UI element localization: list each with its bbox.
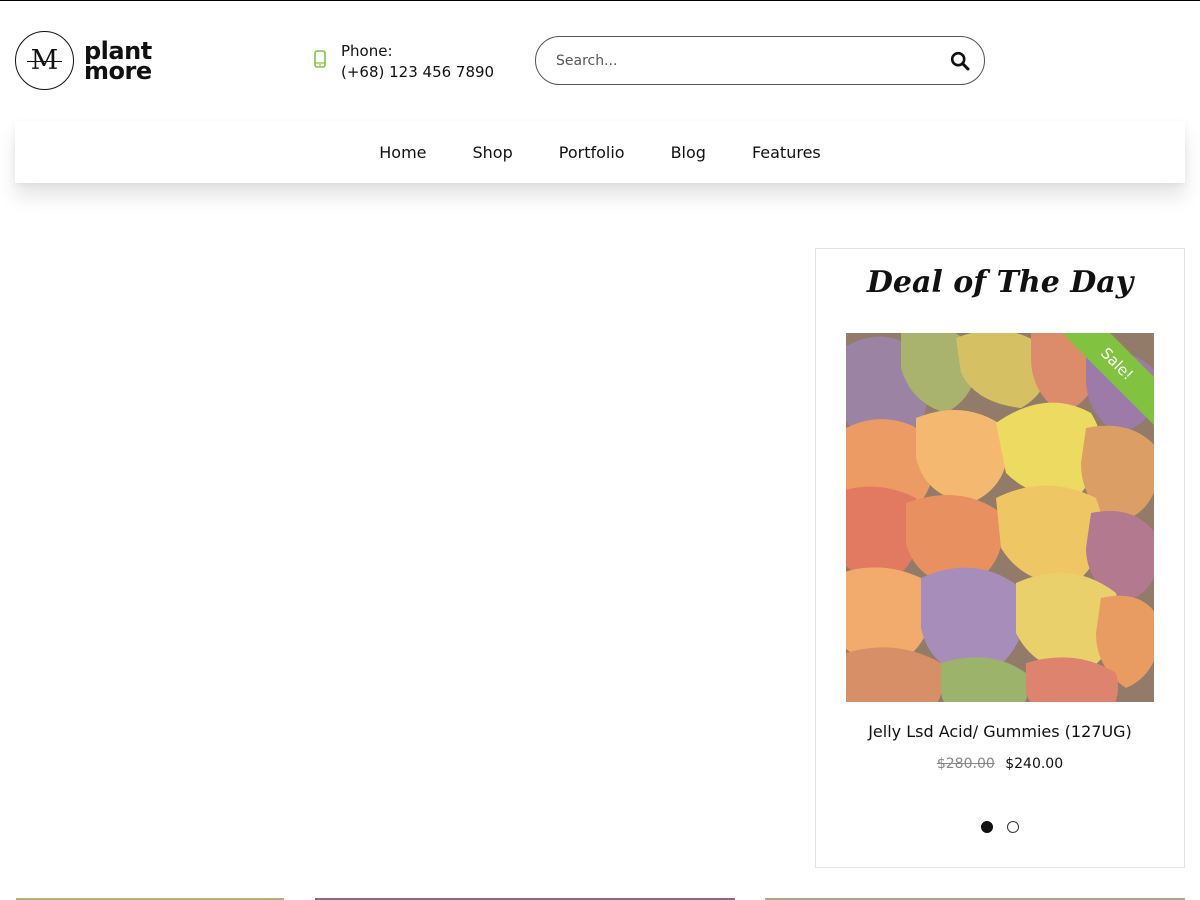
search-input[interactable]: [556, 52, 948, 69]
mobile-phone-icon: [314, 50, 326, 68]
carousel-dot-1[interactable]: [981, 821, 993, 833]
nav-item-home[interactable]: Home: [379, 143, 426, 162]
logo-letter: M: [26, 45, 62, 76]
logo-emblem: M: [15, 31, 74, 90]
search-icon[interactable]: [948, 49, 972, 73]
deal-title: Deal of The Day: [866, 265, 1134, 300]
phone-label: Phone:: [341, 42, 393, 60]
carousel-pagination: [816, 821, 1184, 833]
logo-word-2: more: [84, 56, 152, 85]
nav-item-features[interactable]: Features: [752, 143, 821, 162]
site-logo[interactable]: M plant more: [15, 31, 152, 90]
product-price: $280.00 $240.00: [816, 756, 1184, 772]
search-bar: [535, 36, 985, 85]
product-image[interactable]: Sale!: [846, 333, 1154, 702]
sale-price: $240.00: [1005, 756, 1064, 772]
contact-phone: Phone: (+68) 123 456 7890: [314, 41, 494, 83]
nav-item-portfolio[interactable]: Portfolio: [559, 143, 625, 162]
product-title[interactable]: Jelly Lsd Acid/ Gummies (127UG): [816, 722, 1184, 741]
phone-number[interactable]: (+68) 123 456 7890: [341, 62, 494, 83]
main-navigation: Home Shop Portfolio Blog Features: [15, 121, 1185, 183]
nav-item-blog[interactable]: Blog: [671, 143, 706, 162]
top-border: [0, 0, 1200, 1]
original-price: $280.00: [936, 756, 995, 772]
logo-wordmark: plant more: [84, 39, 152, 85]
deal-of-the-day-widget: Deal of The Day Sale! Jelly Lsd Acid/ Gu…: [815, 248, 1185, 868]
gummies-photo: [846, 333, 1154, 702]
nav-item-shop[interactable]: Shop: [473, 143, 513, 162]
carousel-dot-2[interactable]: [1007, 821, 1019, 833]
